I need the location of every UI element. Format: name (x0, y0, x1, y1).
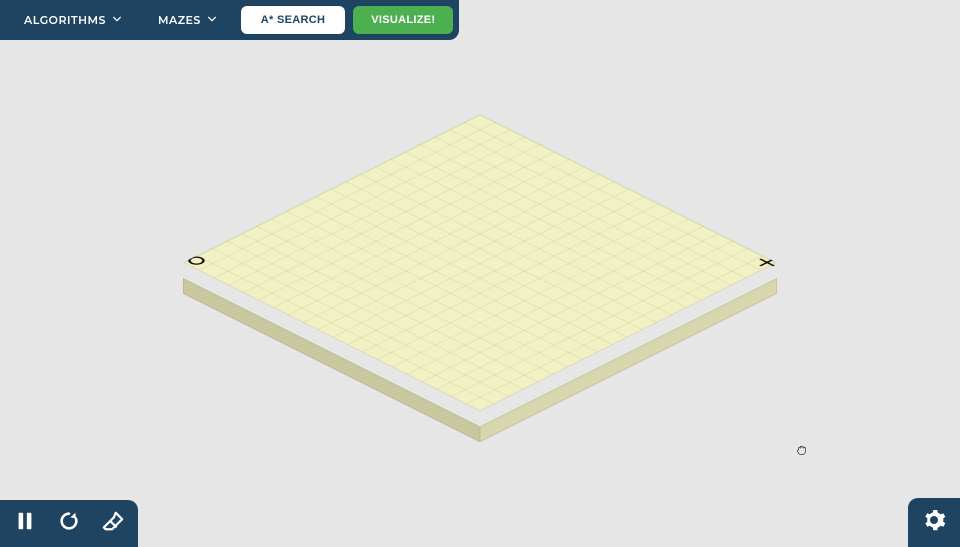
start-marker[interactable] (747, 254, 784, 273)
plus-icon (747, 254, 784, 273)
grab-cursor-icon (795, 443, 809, 462)
chevron-down-icon (112, 13, 122, 27)
erase-icon[interactable] (102, 510, 124, 537)
selected-algorithm-button[interactable]: A* SEARCH (241, 6, 345, 34)
reset-icon[interactable] (58, 510, 80, 537)
bottom-left-controls (0, 500, 138, 547)
algorithms-dropdown[interactable]: ALGORITHMS (6, 5, 140, 35)
pause-icon[interactable] (14, 510, 36, 537)
mazes-dropdown[interactable]: MAZES (140, 5, 235, 35)
algorithms-label: ALGORITHMS (24, 13, 106, 27)
grid-stage (270, 68, 690, 488)
mazes-label: MAZES (158, 13, 201, 27)
visualize-button[interactable]: VISUALIZE! (353, 6, 453, 34)
top-toolbar: ALGORITHMS MAZES A* SEARCH VISUALIZE! (0, 0, 459, 40)
circle-icon (176, 252, 213, 271)
chevron-down-icon (207, 13, 217, 27)
isometric-wrap (183, 130, 777, 427)
gear-icon[interactable] (922, 508, 946, 537)
bottom-right-controls (908, 498, 960, 547)
grid-surface[interactable] (183, 114, 777, 411)
end-marker[interactable] (176, 252, 213, 271)
